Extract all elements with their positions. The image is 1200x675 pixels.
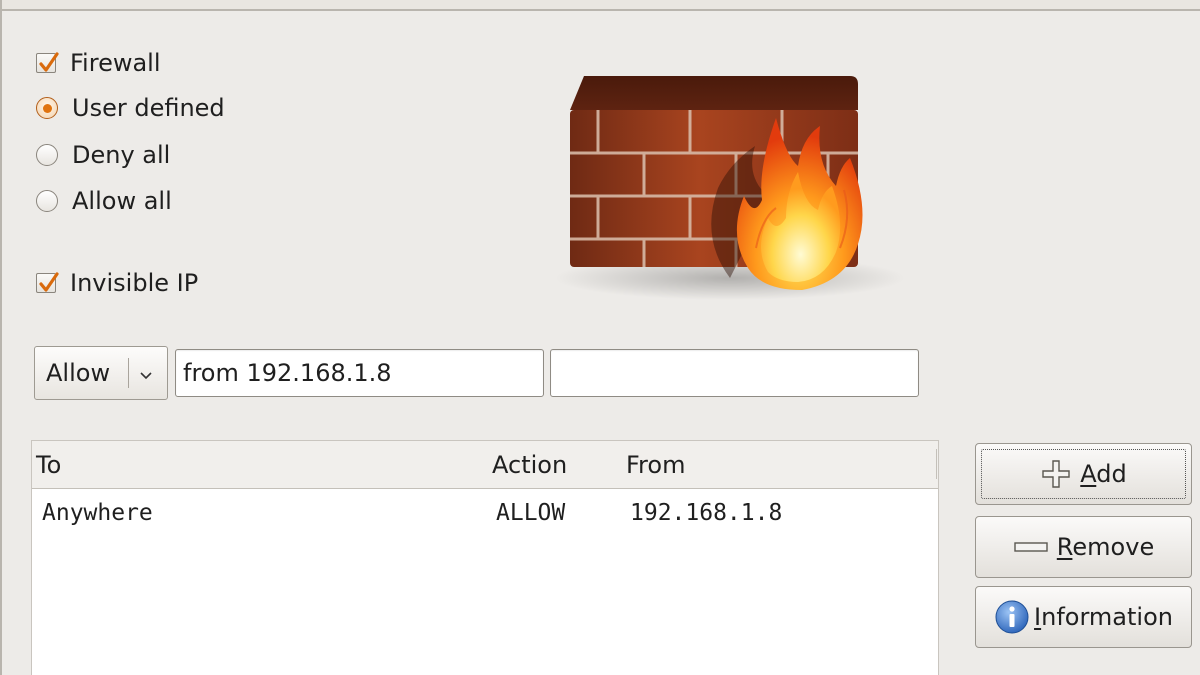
rules-table-header: To Action From <box>32 441 938 489</box>
cell-to: Anywhere <box>42 500 153 526</box>
focus-ring <box>981 449 1186 499</box>
from-input-value: from 192.168.1.8 <box>183 359 392 387</box>
radio-unselected-icon <box>36 190 58 212</box>
window-left-edge <box>0 0 2 675</box>
firewall-label: Firewall <box>70 49 161 77</box>
remove-button-label: Remove <box>1056 533 1155 561</box>
invisible-ip-label: Invisible IP <box>70 269 199 297</box>
policy-dropdown[interactable]: Allow <box>34 346 168 400</box>
column-header-action[interactable]: Action <box>492 451 567 479</box>
allow-all-radio[interactable]: Allow all <box>36 185 172 217</box>
deny-all-radio[interactable]: Deny all <box>36 139 170 171</box>
information-button[interactable]: Information <box>975 586 1192 648</box>
minus-icon <box>1013 540 1049 554</box>
user-defined-label: User defined <box>72 94 225 122</box>
chevron-down-icon <box>139 359 153 387</box>
cell-from: 192.168.1.8 <box>630 500 783 526</box>
firewall-checkbox[interactable]: Firewall <box>36 47 161 79</box>
window-top-edge <box>0 0 1200 11</box>
radio-selected-icon <box>36 97 58 119</box>
allow-all-label: Allow all <box>72 187 172 215</box>
from-input[interactable]: from 192.168.1.8 <box>175 349 544 397</box>
add-button[interactable]: Add <box>975 443 1192 505</box>
dropdown-separator <box>128 358 129 388</box>
invisible-ip-checkbox[interactable]: Invisible IP <box>36 267 198 299</box>
rules-table[interactable]: To Action From Anywhere ALLOW 192.168.1.… <box>31 440 939 675</box>
policy-dropdown-value: Allow <box>46 359 111 387</box>
checkbox-checked-icon <box>36 272 59 293</box>
user-defined-radio[interactable]: User defined <box>36 92 225 124</box>
info-icon <box>994 599 1030 635</box>
extra-rule-input[interactable] <box>550 349 919 397</box>
radio-unselected-icon <box>36 144 58 166</box>
column-divider <box>936 449 937 479</box>
information-button-label: Information <box>1034 603 1173 631</box>
remove-button[interactable]: Remove <box>975 516 1192 578</box>
checkbox-checked-icon <box>36 52 59 73</box>
cell-action: ALLOW <box>496 500 566 526</box>
deny-all-label: Deny all <box>72 141 171 169</box>
column-header-from[interactable]: From <box>626 451 685 479</box>
firewall-brick-wall-flames-icon <box>555 76 905 300</box>
column-header-to[interactable]: To <box>36 451 61 479</box>
